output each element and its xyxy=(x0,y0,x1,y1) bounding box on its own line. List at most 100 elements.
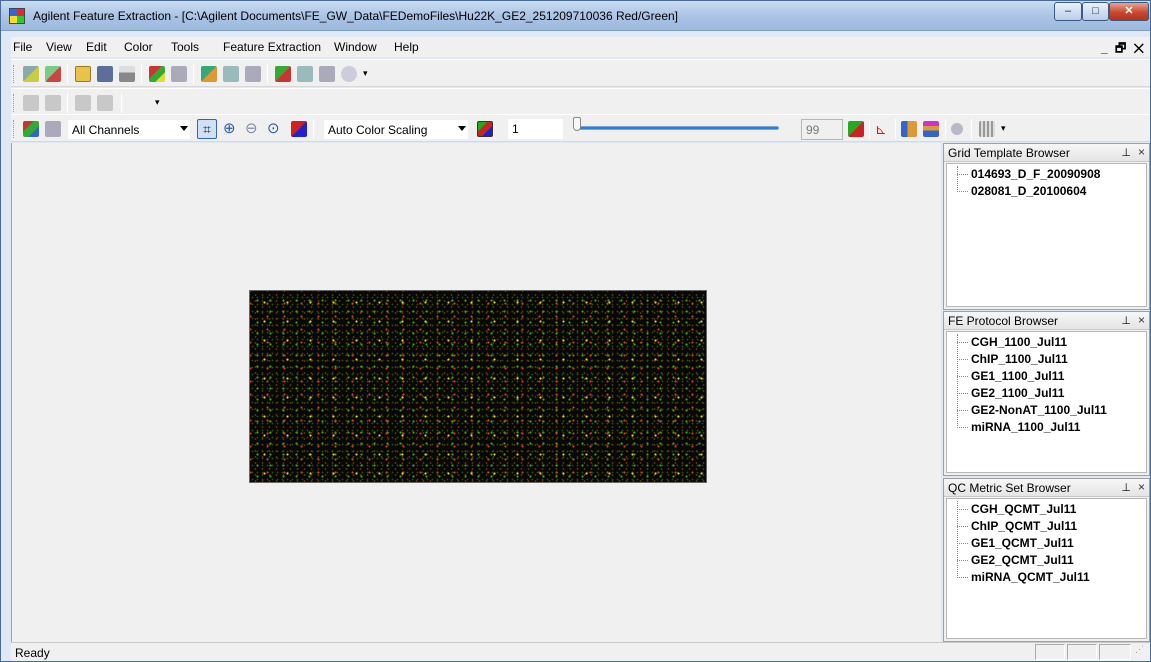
spot-finder-icon[interactable] xyxy=(901,121,917,137)
feature-grid-icon[interactable] xyxy=(23,95,39,111)
tree-item[interactable]: ChIP_1100_Jul11 xyxy=(957,352,1068,366)
slider-max-field[interactable]: 99 xyxy=(801,119,843,140)
tree-connector xyxy=(957,359,968,360)
toolbar-grip[interactable] xyxy=(13,94,16,112)
main-toolbar: ▾ xyxy=(11,59,1150,87)
tree-item[interactable]: CGH_QCMT_Jul11 xyxy=(957,502,1076,516)
tree-item[interactable]: 028081_D_20100604 xyxy=(957,184,1086,198)
overlay-icon[interactable] xyxy=(848,121,864,137)
mdi-child-controls[interactable]: _ 🗗 ✕ xyxy=(1101,39,1146,60)
status-pane xyxy=(1099,644,1131,660)
minimize-button[interactable]: – xyxy=(1054,2,1082,21)
color-scaling-select[interactable]: Auto Color Scaling xyxy=(323,119,469,140)
tree-item[interactable]: ChIP_QCMT_Jul11 xyxy=(957,519,1077,533)
tree-connector xyxy=(957,393,968,394)
pin-icon[interactable]: ⊥ xyxy=(1121,481,1131,494)
tree-item[interactable]: miRNA_QCMT_Jul11 xyxy=(957,570,1090,584)
menu-view[interactable]: View xyxy=(46,40,72,54)
menu-color[interactable]: Color xyxy=(124,40,153,54)
open-folder-icon[interactable] xyxy=(75,66,91,82)
toolbar-overflow-icon[interactable]: ▾ xyxy=(363,68,368,79)
tree-item-label: 028081_D_20100604 xyxy=(971,184,1087,198)
toolbar-separator xyxy=(267,64,268,84)
panel-header[interactable]: QC Metric Set Browser ⊥ × xyxy=(944,479,1149,497)
zoom-out-icon[interactable]: ⊖ xyxy=(245,121,261,137)
extraction-settings-icon[interactable] xyxy=(297,66,313,82)
menu-edit[interactable]: Edit xyxy=(86,40,107,54)
image-view-area[interactable] xyxy=(11,143,941,642)
extraction-report-icon[interactable] xyxy=(319,66,335,82)
add-images-icon[interactable] xyxy=(149,66,165,82)
toolbar-grip[interactable] xyxy=(13,65,16,83)
save-icon[interactable] xyxy=(97,66,113,82)
menu-tools[interactable]: Tools xyxy=(171,40,199,54)
copy-image-icon[interactable] xyxy=(45,121,61,137)
pin-icon[interactable]: ⊥ xyxy=(1121,146,1131,159)
feature-stats-icon[interactable] xyxy=(923,121,939,137)
paste-feature-icon[interactable] xyxy=(97,95,113,111)
toolbar-separator xyxy=(67,93,68,113)
color-channel-icon[interactable] xyxy=(291,121,307,137)
tree-item-label: 014693_D_F_20090908 xyxy=(971,167,1101,181)
image-properties-icon[interactable] xyxy=(23,121,39,137)
panel-header[interactable]: FE Protocol Browser ⊥ × xyxy=(944,312,1149,330)
resize-grip-icon[interactable]: ⋰ xyxy=(1135,644,1147,660)
crop-tool-icon[interactable]: ⌗ xyxy=(197,119,217,139)
zoom-fit-icon[interactable]: ⊙ xyxy=(267,121,283,137)
copy-feature-icon[interactable] xyxy=(75,95,91,111)
menu-file[interactable]: File xyxy=(13,40,32,54)
tree-item[interactable]: 014693_D_F_20090908 xyxy=(957,167,1100,181)
tree-connector xyxy=(957,543,968,544)
secondary-toolbar: ▾ xyxy=(11,88,1150,116)
new-extraction-icon[interactable] xyxy=(45,66,61,82)
panel-header[interactable]: Grid Template Browser ⊥ × xyxy=(944,144,1149,162)
zoom-in-icon[interactable]: ⊕ xyxy=(223,121,239,137)
pin-icon[interactable]: ⊥ xyxy=(1121,314,1131,327)
new-project-icon[interactable] xyxy=(23,66,39,82)
tree-item[interactable]: GE2_1100_Jul11 xyxy=(957,386,1064,400)
close-button[interactable]: ✕ xyxy=(1109,2,1149,21)
color-palette-icon[interactable] xyxy=(477,121,493,137)
qc-metric-icon[interactable] xyxy=(245,66,261,82)
tree-item[interactable]: CGH_1100_Jul11 xyxy=(957,335,1067,349)
feature-list-icon[interactable] xyxy=(45,95,61,111)
tree-item[interactable]: GE2_QCMT_Jul11 xyxy=(957,553,1074,567)
start-extraction-icon[interactable] xyxy=(275,66,291,82)
microarray-image[interactable] xyxy=(249,290,707,483)
chevron-down-icon xyxy=(458,126,466,131)
close-icon[interactable]: × xyxy=(1138,313,1145,327)
chevron-down-icon xyxy=(180,126,188,131)
menu-feature-extraction[interactable]: Feature Extraction xyxy=(223,40,321,54)
record-icon[interactable] xyxy=(951,123,963,135)
menu-window[interactable]: Window xyxy=(334,40,377,54)
channel-select-value: All Channels xyxy=(72,123,140,137)
close-icon[interactable]: × xyxy=(1138,145,1145,159)
slider-thumb[interactable] xyxy=(573,117,581,131)
help-icon[interactable] xyxy=(341,66,357,82)
profile-plot-icon[interactable]: ⊾ xyxy=(875,121,891,137)
intensity-slider[interactable] xyxy=(579,126,779,130)
threshold-input[interactable]: 1 xyxy=(508,119,563,139)
title-bar[interactable]: Agilent Feature Extraction - [C:\Agilent… xyxy=(1,1,1150,31)
image-toolbar: All Channels ⌗ ⊕ ⊖ ⊙ Auto Color Scaling … xyxy=(11,114,1150,142)
remove-images-icon[interactable] xyxy=(171,66,187,82)
protocol-icon[interactable] xyxy=(223,66,239,82)
tree-item[interactable]: GE2-NonAT_1100_Jul11 xyxy=(957,403,1107,417)
maximize-button[interactable]: □ xyxy=(1082,2,1109,21)
tree-connector xyxy=(957,427,968,428)
close-icon[interactable]: × xyxy=(1138,480,1145,494)
tree-item[interactable]: GE1_QCMT_Jul11 xyxy=(957,536,1074,550)
toolbar-overflow-icon[interactable]: ▾ xyxy=(1001,123,1006,134)
grid-template-icon[interactable] xyxy=(201,66,217,82)
print-icon[interactable] xyxy=(119,66,135,82)
tree-connector xyxy=(957,376,968,377)
window-title: Agilent Feature Extraction - [C:\Agilent… xyxy=(33,9,678,23)
channel-select[interactable]: All Channels xyxy=(67,119,191,140)
toolbar-overflow-icon[interactable]: ▾ xyxy=(155,97,160,108)
status-pane xyxy=(1067,644,1097,660)
menu-help[interactable]: Help xyxy=(394,40,419,54)
tree-item[interactable]: miRNA_1100_Jul11 xyxy=(957,420,1080,434)
toolbar-grip[interactable] xyxy=(13,120,16,138)
grid-view-icon[interactable] xyxy=(979,121,995,137)
tree-item[interactable]: GE1_1100_Jul11 xyxy=(957,369,1064,383)
